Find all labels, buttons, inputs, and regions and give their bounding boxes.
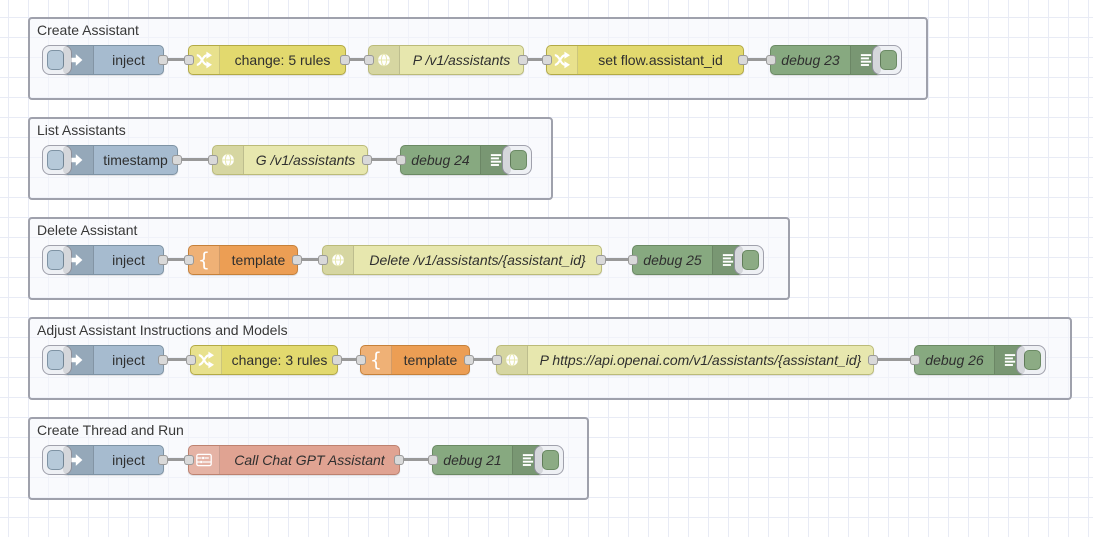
list-icon bbox=[512, 446, 543, 474]
output-port[interactable] bbox=[518, 55, 528, 65]
http-request-node[interactable]: Delete /v1/assistants/{assistant_id} bbox=[318, 245, 606, 275]
group-title: Adjust Assistant Instructions and Models bbox=[37, 322, 288, 338]
input-port[interactable] bbox=[184, 255, 194, 265]
node-label: timestamp bbox=[103, 152, 168, 168]
list-icon bbox=[994, 346, 1025, 374]
input-port[interactable] bbox=[396, 155, 406, 165]
output-port[interactable] bbox=[596, 255, 606, 265]
debug-node[interactable]: debug 25 bbox=[628, 245, 764, 275]
output-port[interactable] bbox=[340, 55, 350, 65]
wire[interactable] bbox=[178, 158, 212, 161]
arrow-in-icon bbox=[63, 246, 94, 274]
node-label: inject bbox=[112, 52, 145, 68]
arrow-in-icon bbox=[63, 46, 94, 74]
debug-node[interactable]: debug 23 bbox=[766, 45, 902, 75]
group-title: Create Assistant bbox=[37, 22, 139, 38]
inject-node[interactable]: inject bbox=[42, 345, 168, 375]
http-request-node[interactable]: G /v1/assistants bbox=[208, 145, 372, 175]
svg-text:{: { bbox=[198, 248, 210, 271]
input-port[interactable] bbox=[910, 355, 920, 365]
debug-node[interactable]: debug 21 bbox=[428, 445, 564, 475]
input-port[interactable] bbox=[318, 255, 328, 265]
node-label: P https://api.openai.com/v1/assistants/{… bbox=[539, 352, 862, 368]
node-label: Call Chat GPT Assistant bbox=[234, 452, 385, 468]
output-port[interactable] bbox=[738, 55, 748, 65]
template-node[interactable]: { template bbox=[356, 345, 474, 375]
node-label: inject bbox=[112, 352, 145, 368]
wire[interactable] bbox=[874, 358, 914, 361]
output-port[interactable] bbox=[158, 355, 168, 365]
node-label: debug 25 bbox=[643, 252, 702, 268]
output-port[interactable] bbox=[172, 155, 182, 165]
arrow-in-icon bbox=[63, 146, 94, 174]
output-port[interactable] bbox=[464, 355, 474, 365]
inject-node[interactable]: timestamp bbox=[42, 145, 182, 175]
http-request-node[interactable]: P https://api.openai.com/v1/assistants/{… bbox=[492, 345, 878, 375]
template-node[interactable]: { template bbox=[184, 245, 302, 275]
change-node[interactable]: change: 5 rules bbox=[184, 45, 350, 75]
output-port[interactable] bbox=[158, 55, 168, 65]
node-label: template bbox=[231, 252, 286, 268]
node-label: P /v1/assistants bbox=[412, 52, 511, 68]
node-label: inject bbox=[112, 452, 145, 468]
arrow-in-icon bbox=[63, 446, 94, 474]
flow-canvas[interactable]: Create Assistant List Assistants Delete … bbox=[0, 0, 1093, 537]
output-port[interactable] bbox=[158, 455, 168, 465]
inject-node[interactable]: inject bbox=[42, 45, 168, 75]
group-title: List Assistants bbox=[37, 122, 126, 138]
list-icon bbox=[850, 46, 881, 74]
output-port[interactable] bbox=[868, 355, 878, 365]
input-port[interactable] bbox=[208, 155, 218, 165]
inject-node[interactable]: inject bbox=[42, 245, 168, 275]
list-icon bbox=[480, 146, 511, 174]
subflow-node[interactable]: Call Chat GPT Assistant bbox=[184, 445, 404, 475]
node-label: debug 21 bbox=[443, 452, 502, 468]
node-label: template bbox=[403, 352, 458, 368]
node-label: G /v1/assistants bbox=[255, 152, 356, 168]
node-label: change: 5 rules bbox=[234, 52, 331, 68]
group-title: Create Thread and Run bbox=[37, 422, 184, 438]
output-port[interactable] bbox=[292, 255, 302, 265]
group-title: Delete Assistant bbox=[37, 222, 138, 238]
input-port[interactable] bbox=[186, 355, 196, 365]
list-icon bbox=[712, 246, 743, 274]
input-port[interactable] bbox=[184, 455, 194, 465]
http-request-node[interactable]: P /v1/assistants bbox=[364, 45, 528, 75]
output-port[interactable] bbox=[332, 355, 342, 365]
node-label: change: 3 rules bbox=[231, 352, 328, 368]
input-port[interactable] bbox=[364, 55, 374, 65]
input-port[interactable] bbox=[542, 55, 552, 65]
output-port[interactable] bbox=[158, 255, 168, 265]
input-port[interactable] bbox=[766, 55, 776, 65]
node-label: debug 23 bbox=[781, 52, 840, 68]
svg-text:{: { bbox=[370, 348, 382, 371]
change-node[interactable]: set flow.assistant_id bbox=[542, 45, 748, 75]
input-port[interactable] bbox=[356, 355, 366, 365]
change-node[interactable]: change: 3 rules bbox=[186, 345, 342, 375]
node-label: debug 26 bbox=[925, 352, 984, 368]
arrow-in-icon bbox=[63, 346, 94, 374]
input-port[interactable] bbox=[428, 455, 438, 465]
node-label: Delete /v1/assistants/{assistant_id} bbox=[369, 252, 586, 268]
node-label: debug 24 bbox=[411, 152, 470, 168]
output-port[interactable] bbox=[394, 455, 404, 465]
input-port[interactable] bbox=[492, 355, 502, 365]
inject-node[interactable]: inject bbox=[42, 445, 168, 475]
output-port[interactable] bbox=[362, 155, 372, 165]
node-label: set flow.assistant_id bbox=[598, 52, 723, 68]
debug-node[interactable]: debug 26 bbox=[910, 345, 1046, 375]
input-port[interactable] bbox=[184, 55, 194, 65]
input-port[interactable] bbox=[628, 255, 638, 265]
node-label: inject bbox=[112, 252, 145, 268]
debug-node[interactable]: debug 24 bbox=[396, 145, 532, 175]
